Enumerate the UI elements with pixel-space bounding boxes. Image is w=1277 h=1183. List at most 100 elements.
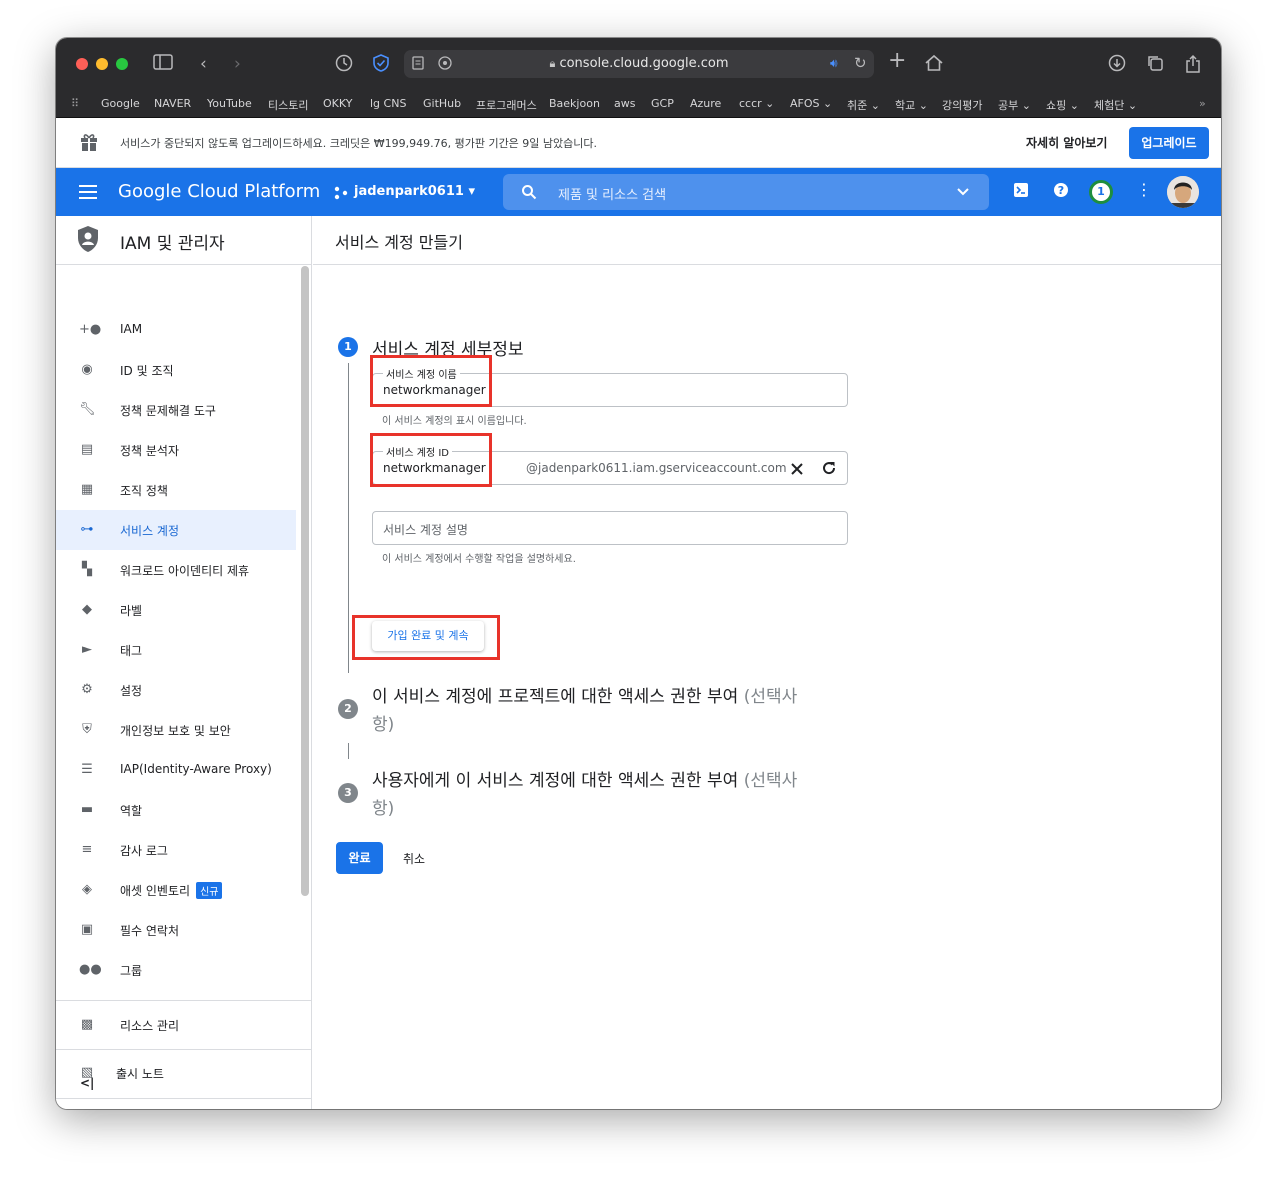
tag-icon: ► (82, 642, 92, 657)
search-placeholder: 제품 및 리소스 검색 (558, 188, 667, 203)
chevron-down-icon[interactable] (955, 183, 971, 203)
service-account-description-helper: 이 서비스 계정에서 수행할 작업을 설명하세요. (382, 554, 576, 565)
search-bar[interactable]: 제품 및 리소스 검색 (503, 174, 989, 210)
download-icon[interactable] (1108, 54, 1126, 77)
clear-icon[interactable] (790, 461, 804, 480)
bookmark-folder-cccr[interactable]: cccr ⌄ (739, 97, 774, 110)
sidebar-item-labels[interactable]: ◆ 라벨 (56, 590, 296, 630)
bookmarks-bar: ⠿ Google NAVER YouTube 티스토리 OKKY lg CNS … (56, 90, 1221, 118)
gift-icon (80, 132, 98, 156)
sidebar-item-resource-management[interactable]: ▩ 리소스 관리 (56, 1005, 312, 1045)
lock-icon: 🔒︎ (549, 57, 556, 70)
reload-icon[interactable]: ↻ (854, 54, 867, 72)
bookmark-folder-job[interactable]: 취준 ⌄ (847, 97, 880, 113)
shield-extension-icon[interactable] (372, 54, 390, 77)
sidebar-item-groups[interactable]: ●● 그룹 (56, 950, 296, 990)
step-3-indicator: 3 (338, 783, 358, 803)
sidebar-item-settings[interactable]: ⚙︎ 설정 (56, 670, 296, 710)
cancel-button[interactable]: 취소 (403, 850, 425, 867)
close-window-button[interactable] (76, 58, 88, 70)
done-button[interactable]: 완료 (336, 842, 383, 874)
back-icon[interactable]: ‹ (200, 54, 207, 74)
bookmark-lgcns[interactable]: lg CNS (370, 97, 406, 110)
sidebar: IAM 및 관리자 +● IAM ◉ ID 및 조직 🔧︎ 정책 문제해결 도구 ▤ 정… (56, 216, 312, 1109)
bookmark-folder-trial[interactable]: 체험단 ⌄ (1094, 97, 1137, 113)
bookmark-okky[interactable]: OKKY (323, 97, 352, 110)
bookmark-folder-afos[interactable]: AFOS ⌄ (790, 97, 832, 110)
gear-icon: ⚙︎ (81, 682, 93, 697)
bookmark-github[interactable]: GitHub (423, 97, 461, 110)
history-icon[interactable] (335, 54, 353, 77)
sidebar-item-iap[interactable]: ☰ IAP(Identity-Aware Proxy) (56, 750, 296, 790)
sidebar-item-essential-contacts[interactable]: ▣ 필수 연락처 (56, 910, 296, 950)
sidebar-scrollbar[interactable] (301, 266, 309, 896)
collapse-sidebar-button[interactable]: <| (80, 1076, 94, 1090)
sidebar-item-identity-org[interactable]: ◉ ID 및 조직 (56, 350, 296, 390)
bookmark-google[interactable]: Google (101, 97, 140, 110)
bookmark-youtube[interactable]: YouTube (207, 97, 252, 110)
sidebar-item-service-accounts[interactable]: ⊶ 서비스 계정 (56, 510, 296, 550)
sidebar-item-audit-logs[interactable]: ≡ 감사 로그 (56, 830, 296, 870)
project-selector[interactable]: jadenpark0611 ▾ (354, 184, 475, 199)
cloud-shell-icon[interactable] (1013, 182, 1029, 202)
zoom-window-button[interactable] (116, 58, 128, 70)
sidebar-item-tags[interactable]: ► 태그 (56, 630, 296, 670)
sidebar-item-iam[interactable]: +● IAM (56, 310, 296, 350)
avatar[interactable] (1167, 176, 1199, 208)
banner-message: 서비스가 중단되지 않도록 업그레이드하세요. 크레딧은 ₩199,949.76… (120, 137, 598, 150)
forward-icon[interactable]: › (234, 54, 241, 74)
sidebar-item-roles[interactable]: ▬ 역할 (56, 790, 296, 830)
step-2-title[interactable]: 이 서비스 계정에 프로젝트에 대한 액세스 권한 부여 (선택사 항) (372, 683, 852, 739)
sidebar-item-policy-troubleshooter[interactable]: 🔧︎ 정책 문제해결 도구 (56, 390, 296, 430)
upgrade-button[interactable]: 업그레이드 (1129, 127, 1209, 159)
minimize-window-button[interactable] (96, 58, 108, 70)
sidebar-item-asset-inventory[interactable]: ◈ 애셋 인벤토리 신규 (56, 870, 296, 910)
bookmark-azure[interactable]: Azure (690, 97, 721, 110)
address-bar[interactable]: 🔒︎ console.cloud.google.com 🔊︎ ↻ (404, 50, 874, 78)
bookmark-tistory[interactable]: 티스토리 (268, 97, 308, 113)
more-vert-icon[interactable]: ⋮ (1136, 182, 1152, 198)
new-tab-icon[interactable]: + (888, 50, 906, 72)
sidebar-toggle-icon[interactable] (153, 54, 173, 75)
caret-down-icon: ▾ (468, 184, 475, 199)
service-account-description-input[interactable]: 서비스 계정 설명 (383, 521, 468, 538)
refresh-icon[interactable] (821, 460, 837, 480)
main-divider (313, 264, 1221, 265)
iap-icon: ☰ (81, 762, 93, 777)
gcp-logo-title[interactable]: Google Cloud Platform (118, 181, 320, 202)
bookmark-folder-school[interactable]: 학교 ⌄ (895, 97, 928, 113)
contact-icon: ▣ (80, 922, 94, 937)
label-icon: ◆ (82, 602, 92, 617)
group-icon: ●● (79, 962, 102, 977)
new-badge: 신규 (196, 882, 223, 899)
bookmark-lecture-eval[interactable]: 강의평가 (942, 97, 982, 113)
bookmark-programmers[interactable]: 프로그래머스 (476, 97, 537, 113)
apps-grid-icon[interactable]: ⠿ (71, 97, 79, 110)
notifications-badge[interactable]: 1 (1089, 180, 1113, 204)
home-icon[interactable] (924, 54, 944, 77)
more-bookmarks-icon[interactable]: » (1199, 97, 1206, 110)
bookmark-folder-study[interactable]: 공부 ⌄ (998, 97, 1031, 113)
learn-more-link[interactable]: 자세히 알아보기 (1026, 134, 1107, 151)
bookmark-naver[interactable]: NAVER (154, 97, 191, 110)
menu-icon[interactable] (78, 184, 98, 204)
tabs-overview-icon[interactable] (1146, 54, 1164, 77)
bookmark-baekjoon[interactable]: Baekjoon (549, 97, 600, 110)
gcp-header: Google Cloud Platform jadenpark0611 ▾ 제품… (56, 168, 1221, 216)
sidebar-item-org-policies[interactable]: ▦ 조직 정책 (56, 470, 296, 510)
sidebar-item-privacy-security[interactable]: ⛨ 개인정보 보호 및 보안 (56, 710, 296, 750)
bookmark-aws[interactable]: aws (614, 97, 635, 110)
share-icon[interactable] (1185, 54, 1201, 79)
service-account-description-field[interactable]: 서비스 계정 설명 (372, 511, 848, 545)
sidebar-item-workload-identity[interactable]: ▚ 워크로드 아이덴티티 제휴 (56, 550, 296, 590)
document-icon: ▦ (80, 482, 94, 497)
bookmark-folder-shopping[interactable]: 쇼핑 ⌄ (1046, 97, 1079, 113)
step-connector (348, 743, 349, 759)
sidebar-item-policy-analyzer[interactable]: ▤ 정책 분석자 (56, 430, 296, 470)
help-icon[interactable]: ? (1053, 182, 1069, 202)
step-3-title[interactable]: 사용자에게 이 서비스 계정에 대한 액세스 권한 부여 (선택사 항) (372, 767, 852, 823)
sidebar-divider (56, 1049, 312, 1050)
sidebar-divider (56, 264, 312, 265)
audio-icon[interactable]: 🔊︎ (830, 56, 838, 71)
bookmark-gcp[interactable]: GCP (651, 97, 674, 110)
